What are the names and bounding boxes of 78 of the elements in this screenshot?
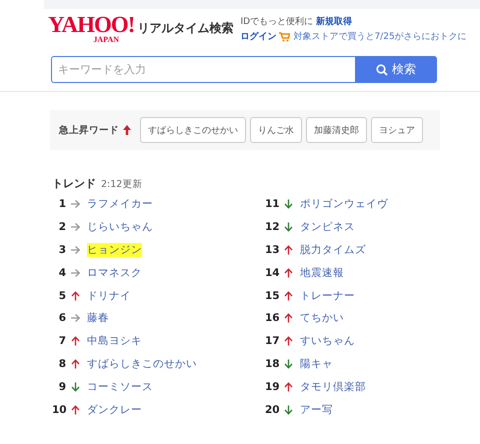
trend-word-link[interactable]: 藤春 bbox=[87, 311, 109, 326]
search-icon bbox=[376, 64, 388, 76]
rank-number: 15 bbox=[265, 290, 279, 302]
rising-word-button[interactable]: 加藤清史郎 bbox=[306, 117, 367, 143]
promo-link[interactable]: 対象ストアで買うと7/25がさらにおトクに bbox=[293, 30, 467, 43]
trend-word-link[interactable]: 中島ヨシキ bbox=[87, 334, 142, 348]
trend-arrow-icon bbox=[284, 313, 293, 324]
rank-number: 18 bbox=[265, 358, 279, 370]
rank-number: 9 bbox=[58, 380, 66, 393]
service-title: リアルタイム検索 bbox=[137, 20, 234, 37]
trend-word-link[interactable]: じらいちゃん bbox=[87, 220, 153, 234]
trend-word-link[interactable]: アー写 bbox=[300, 402, 333, 417]
trend-word-link[interactable]: すいちゃん bbox=[300, 334, 355, 348]
rank-number: 4 bbox=[58, 266, 66, 279]
search-button[interactable]: 検索 bbox=[355, 56, 437, 83]
trend-word-link[interactable]: ポリゴンウェイヴ bbox=[300, 197, 388, 212]
trend-word-link[interactable]: タモリ倶楽部 bbox=[300, 380, 366, 394]
trend-arrow-icon bbox=[284, 290, 293, 301]
trend-word-link[interactable]: トレーナー bbox=[300, 288, 355, 303]
rising-word-button[interactable]: すばらしきこのせかい bbox=[140, 117, 246, 143]
rank-number: 8 bbox=[58, 358, 66, 370]
rank-number: 19 bbox=[265, 380, 279, 393]
rank-number: 6 bbox=[58, 312, 66, 324]
trend-arrow-icon bbox=[71, 199, 80, 210]
trend-arrow-icon bbox=[71, 290, 80, 301]
rank-number: 10 bbox=[52, 404, 66, 416]
rank-number: 16 bbox=[265, 312, 279, 324]
rank-number: 20 bbox=[265, 404, 279, 416]
trend-word-link[interactable]: 陽キャ bbox=[300, 356, 333, 371]
cart-icon bbox=[279, 32, 290, 42]
rank-number: 7 bbox=[58, 335, 66, 348]
trend-word-link[interactable]: タンピネス bbox=[300, 220, 355, 234]
trend-word-link[interactable]: ダンクレー bbox=[87, 402, 142, 417]
rank-number: 5 bbox=[58, 290, 66, 302]
trend-arrow-icon bbox=[284, 358, 293, 369]
trend-arrow-icon bbox=[284, 244, 293, 255]
trend-word-link[interactable]: 地震速報 bbox=[300, 266, 344, 280]
trend-arrow-icon bbox=[71, 404, 80, 415]
trend-arrow-icon bbox=[284, 336, 293, 346]
trend-arrow-icon bbox=[71, 358, 80, 369]
search-field[interactable]: キーワードを入力 bbox=[51, 56, 355, 83]
trend-title: トレンド bbox=[52, 176, 96, 191]
trend-arrow-icon bbox=[71, 313, 80, 324]
trend-arrow-icon bbox=[71, 268, 80, 278]
id-prompt: IDでもっと便利に bbox=[240, 16, 314, 28]
trend-arrow-icon bbox=[71, 336, 80, 346]
rank-number: 1 bbox=[58, 198, 66, 210]
trend-arrow-icon bbox=[284, 199, 293, 210]
rank-number: 2 bbox=[58, 221, 66, 234]
trend-arrow-icon bbox=[71, 222, 80, 232]
trend-word-link[interactable]: ドリナイ bbox=[87, 288, 131, 303]
up-arrow-icon bbox=[123, 125, 131, 135]
rank-number: 14 bbox=[265, 266, 279, 279]
trend-arrow-icon bbox=[71, 382, 80, 392]
rising-label: 急上昇ワード bbox=[59, 124, 119, 136]
login-link[interactable]: ログイン bbox=[240, 30, 276, 43]
trend-word-link[interactable]: ラフメイカー bbox=[87, 197, 153, 212]
rising-word-button[interactable]: ヨシュア bbox=[371, 117, 423, 143]
rank-number: 3 bbox=[58, 244, 66, 256]
trend-word-link[interactable]: コーミソース bbox=[87, 380, 153, 394]
logo[interactable]: YAHOO! JAPAN bbox=[48, 13, 134, 44]
trend-word-link[interactable]: ロマネスク bbox=[87, 266, 142, 280]
rank-number: 17 bbox=[265, 335, 279, 348]
rising-word-button[interactable]: りんご水 bbox=[250, 117, 302, 143]
rank-number: 12 bbox=[265, 221, 279, 234]
trend-arrow-icon bbox=[284, 382, 293, 392]
rank-number: 13 bbox=[265, 244, 279, 256]
rank-number: 11 bbox=[265, 198, 279, 210]
trend-arrow-icon bbox=[71, 244, 80, 255]
trend-arrow-icon bbox=[284, 268, 293, 278]
update-time: 2:12更新 bbox=[101, 178, 142, 191]
trend-word-link[interactable]: 脱力タイムズ bbox=[300, 242, 366, 257]
trend-arrow-icon bbox=[284, 404, 293, 415]
trend-word-link[interactable]: すばらしきこのせかい bbox=[87, 356, 197, 371]
signup-link[interactable]: 新規取得 bbox=[316, 15, 352, 28]
trend-arrow-icon bbox=[284, 222, 293, 232]
trend-word-link[interactable]: ヒョンジン bbox=[87, 242, 142, 257]
trend-word-link[interactable]: てちかい bbox=[300, 311, 344, 326]
